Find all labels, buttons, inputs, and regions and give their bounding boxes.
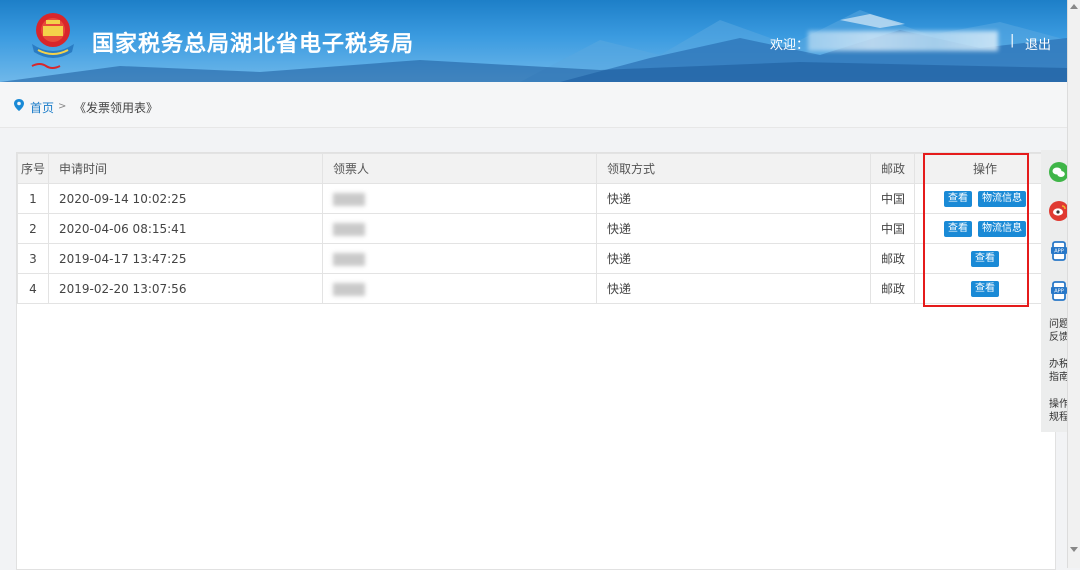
row-seq: 1 (17, 183, 49, 214)
location-pin-icon (14, 99, 24, 111)
redacted-recipient (333, 222, 365, 236)
row-apply-time: 2019-04-17 13:47:25 (48, 243, 323, 274)
table-row: 2 2020-04-06 08:15:41 快递 中国 查看 物流信息 (17, 213, 1056, 244)
column-header-recipient: 领票人 (322, 153, 597, 184)
row-seq: 4 (17, 273, 49, 304)
breadcrumb-arrow: > (58, 101, 67, 112)
invoice-usage-panel: 序号 申请时间 领票人 领取方式 邮政 操作 1 2020-09-14 10:0… (16, 152, 1056, 570)
row-pickup-method: 快递 (596, 213, 871, 244)
table-header-row: 序号 申请时间 领票人 领取方式 邮政 操作 (17, 153, 1056, 184)
svg-text:APP: APP (1054, 289, 1063, 295)
row-pickup-method: 快递 (596, 273, 871, 304)
redacted-username (808, 31, 998, 51)
row-seq: 3 (17, 243, 49, 274)
invoice-usage-table: 序号 申请时间 领票人 领取方式 邮政 操作 1 2020-09-14 10:0… (17, 153, 1056, 304)
tax-emblem-logo (31, 13, 74, 69)
table-row: 3 2019-04-17 13:47:25 快递 邮政 查看 (17, 243, 1056, 274)
breadcrumb-home-link[interactable]: 首页 (30, 99, 54, 116)
sidebar-item-tax-guide[interactable]: 办税指南 (1049, 358, 1069, 384)
row-apply-time: 2019-02-20 13:07:56 (48, 273, 323, 304)
breadcrumb-current: 《发票领用表》 (74, 101, 159, 115)
welcome-label: 欢迎： (770, 38, 810, 53)
row-post: 邮政 (870, 273, 915, 304)
svg-text:APP: APP (1054, 249, 1063, 255)
redacted-recipient (333, 252, 365, 266)
header-banner: 国家税务总局湖北省电子税务局 欢迎： | 退出 (0, 0, 1067, 82)
header-separator: | (1010, 33, 1015, 48)
table-row: 4 2019-02-20 13:07:56 快递 邮政 查看 (17, 273, 1056, 304)
actions-highlight-box (923, 153, 1029, 307)
weibo-icon[interactable] (1049, 201, 1069, 221)
redacted-recipient (333, 192, 365, 206)
row-seq: 2 (17, 213, 49, 244)
row-post: 邮政 (870, 243, 915, 274)
column-header-pickup-method: 领取方式 (596, 153, 871, 184)
row-post: 中国 (870, 213, 915, 244)
column-header-apply-time: 申请时间 (48, 153, 323, 184)
scroll-down-arrow-icon[interactable] (1070, 547, 1078, 552)
row-recipient (322, 213, 597, 244)
redacted-recipient (333, 282, 365, 296)
logout-link[interactable]: 退出 (1025, 34, 1051, 53)
wechat-icon[interactable] (1049, 162, 1069, 182)
row-apply-time: 2020-09-14 10:02:25 (48, 183, 323, 214)
breadcrumb: 首页 > 《发票领用表》 (0, 82, 1067, 128)
row-recipient (322, 273, 597, 304)
app-icon[interactable]: APP (1049, 241, 1069, 261)
sidebar-item-feedback[interactable]: 问题反馈 (1049, 318, 1069, 344)
site-title: 国家税务总局湖北省电子税务局 (92, 32, 415, 57)
row-apply-time: 2020-04-06 08:15:41 (48, 213, 323, 244)
row-pickup-method: 快递 (596, 243, 871, 274)
page-scrollbar[interactable] (1067, 0, 1080, 568)
row-recipient (322, 243, 597, 274)
table-row: 1 2020-09-14 10:02:25 快递 中国 查看 物流信息 (17, 183, 1056, 214)
row-pickup-method: 快递 (596, 183, 871, 214)
sidebar-item-procedures[interactable]: 操作规程 (1049, 398, 1069, 424)
scroll-up-arrow-icon[interactable] (1070, 4, 1078, 9)
app-icon[interactable]: APP (1049, 281, 1069, 301)
column-header-post: 邮政 (870, 153, 915, 184)
column-header-seq: 序号 (17, 153, 49, 184)
row-recipient (322, 183, 597, 214)
row-post: 中国 (870, 183, 915, 214)
